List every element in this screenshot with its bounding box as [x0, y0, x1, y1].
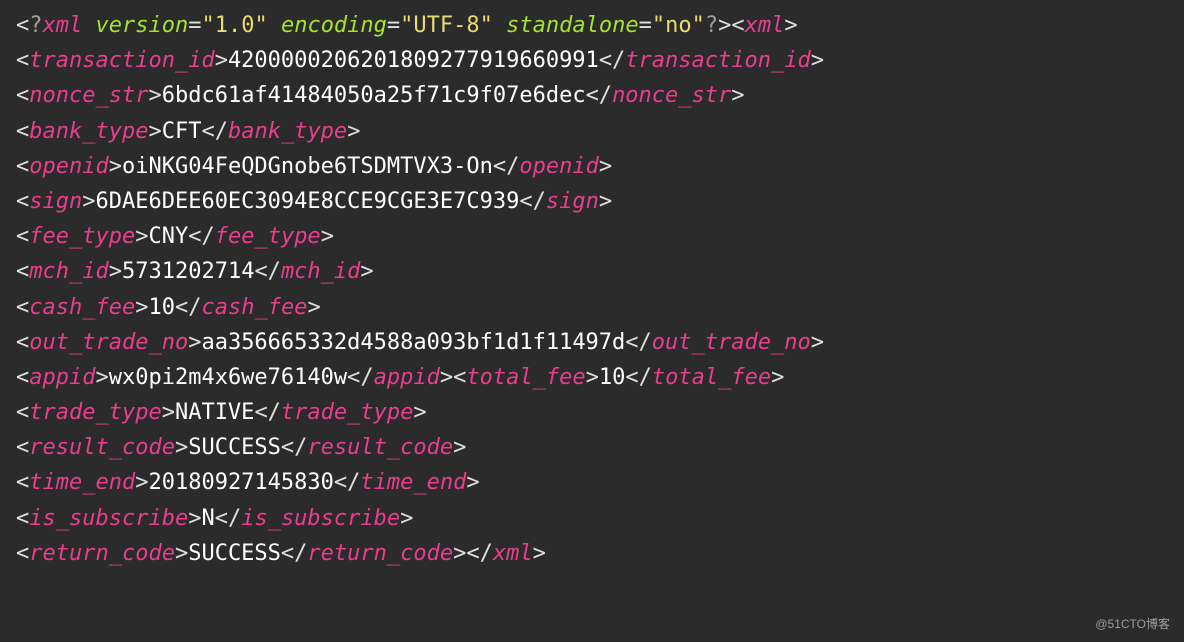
- pi-attr-value: "UTF-8": [400, 13, 493, 38]
- xml-tag: is_subscribe: [29, 506, 188, 531]
- xml-text: 4200000206201809277919660991: [228, 48, 599, 73]
- xml-tag: trade_type: [29, 400, 161, 425]
- xml-line: <openid>oiNKG04FeQDGnobe6TSDMTVX3-On</op…: [16, 149, 1168, 184]
- xml-line: <time_end>20180927145830</time_end>: [16, 465, 1168, 500]
- xml-tag: result_code: [29, 435, 175, 460]
- xml-text: oiNKG04FeQDGnobe6TSDMTVX3-On: [122, 154, 493, 179]
- xml-tag-close: trade_type: [281, 400, 413, 425]
- xml-code-block: <?xml version="1.0" encoding="UTF-8" sta…: [16, 8, 1168, 571]
- xml-line: <trade_type>NATIVE</trade_type>: [16, 395, 1168, 430]
- xml-tag: out_trade_no: [29, 330, 188, 355]
- pi-attr-name: standalone: [506, 13, 638, 38]
- xml-tag-close: fee_type: [215, 224, 321, 249]
- xml-tag-close: is_subscribe: [241, 506, 400, 531]
- xml-tag: nonce_str: [29, 83, 148, 108]
- xml-text: 5731202714: [122, 259, 254, 284]
- xml-tag-close: out_trade_no: [652, 330, 811, 355]
- xml-text: NATIVE: [175, 400, 254, 425]
- xml-tag-close: time_end: [360, 470, 466, 495]
- xml-tag: time_end: [29, 470, 135, 495]
- xml-text: CNY: [148, 224, 188, 249]
- xml-tag-close: sign: [546, 189, 599, 214]
- xml-text: SUCCESS: [188, 541, 281, 566]
- xml-tag-close: mch_id: [281, 259, 360, 284]
- xml-tag: fee_type: [29, 224, 135, 249]
- xml-tag: transaction_id: [29, 48, 214, 73]
- xml-tag-close: cash_fee: [201, 295, 307, 320]
- pi-attr-name: encoding: [281, 13, 387, 38]
- xml-text: 10: [599, 365, 626, 390]
- xml-text: 6bdc61af41484050a25f71c9f07e6dec: [162, 83, 586, 108]
- xml-tag: cash_fee: [29, 295, 135, 320]
- xml-line: <is_subscribe>N</is_subscribe>: [16, 501, 1168, 536]
- xml-tag-close: return_code: [307, 541, 453, 566]
- xml-line: <bank_type>CFT</bank_type>: [16, 114, 1168, 149]
- xml-line: <fee_type>CNY</fee_type>: [16, 219, 1168, 254]
- xml-body: <transaction_id>420000020620180927791966…: [16, 43, 1168, 571]
- xml-tag-close: bank_type: [228, 119, 347, 144]
- xml-line: <result_code>SUCCESS</result_code>: [16, 430, 1168, 465]
- xml-line: <appid>wx0pi2m4x6we76140w</appid><total_…: [16, 360, 1168, 395]
- xml-tag-close: result_code: [307, 435, 453, 460]
- pi-attr-value: "no": [652, 13, 705, 38]
- xml-text: 20180927145830: [148, 470, 333, 495]
- xml-text: 6DAE6DEE60EC3094E8CCE9CGE3E7C939: [95, 189, 519, 214]
- xml-text: aa356665332d4588a093bf1d1f11497d: [201, 330, 625, 355]
- xml-tag: return_code: [29, 541, 175, 566]
- xml-tag-close: transaction_id: [625, 48, 810, 73]
- xml-text: N: [201, 506, 214, 531]
- xml-line: <return_code>SUCCESS</return_code></xml>: [16, 536, 1168, 571]
- pi-target: xml: [43, 13, 83, 38]
- xml-text: 10: [148, 295, 175, 320]
- xml-text: SUCCESS: [188, 435, 281, 460]
- xml-text: CFT: [162, 119, 202, 144]
- pi-attr-value: "1.0": [201, 13, 267, 38]
- xml-tag: mch_id: [29, 259, 108, 284]
- xml-tag-close: total_fee: [652, 365, 771, 390]
- xml-tag-close: openid: [519, 154, 598, 179]
- xml-line: <nonce_str>6bdc61af41484050a25f71c9f07e6…: [16, 78, 1168, 113]
- watermark: @51CTO博客: [1095, 615, 1170, 634]
- xml-line: <mch_id>5731202714</mch_id>: [16, 254, 1168, 289]
- xml-line: <out_trade_no>aa356665332d4588a093bf1d1f…: [16, 325, 1168, 360]
- root-open-tag: xml: [745, 13, 785, 38]
- xml-declaration-line: <?xml version="1.0" encoding="UTF-8" sta…: [16, 8, 1168, 43]
- xml-line: <cash_fee>10</cash_fee>: [16, 290, 1168, 325]
- xml-tag-close: appid: [374, 365, 440, 390]
- pi-attr-name: version: [96, 13, 189, 38]
- xml-text: wx0pi2m4x6we76140w: [109, 365, 347, 390]
- xml-tag: openid: [29, 154, 108, 179]
- xml-tag: bank_type: [29, 119, 148, 144]
- xml-tag: appid: [29, 365, 95, 390]
- xml-line: <transaction_id>420000020620180927791966…: [16, 43, 1168, 78]
- xml-tag-close: nonce_str: [612, 83, 731, 108]
- xml-tag: total_fee: [466, 365, 585, 390]
- root-close-tag: xml: [493, 541, 533, 566]
- xml-line: <sign>6DAE6DEE60EC3094E8CCE9CGE3E7C939</…: [16, 184, 1168, 219]
- xml-tag: sign: [29, 189, 82, 214]
